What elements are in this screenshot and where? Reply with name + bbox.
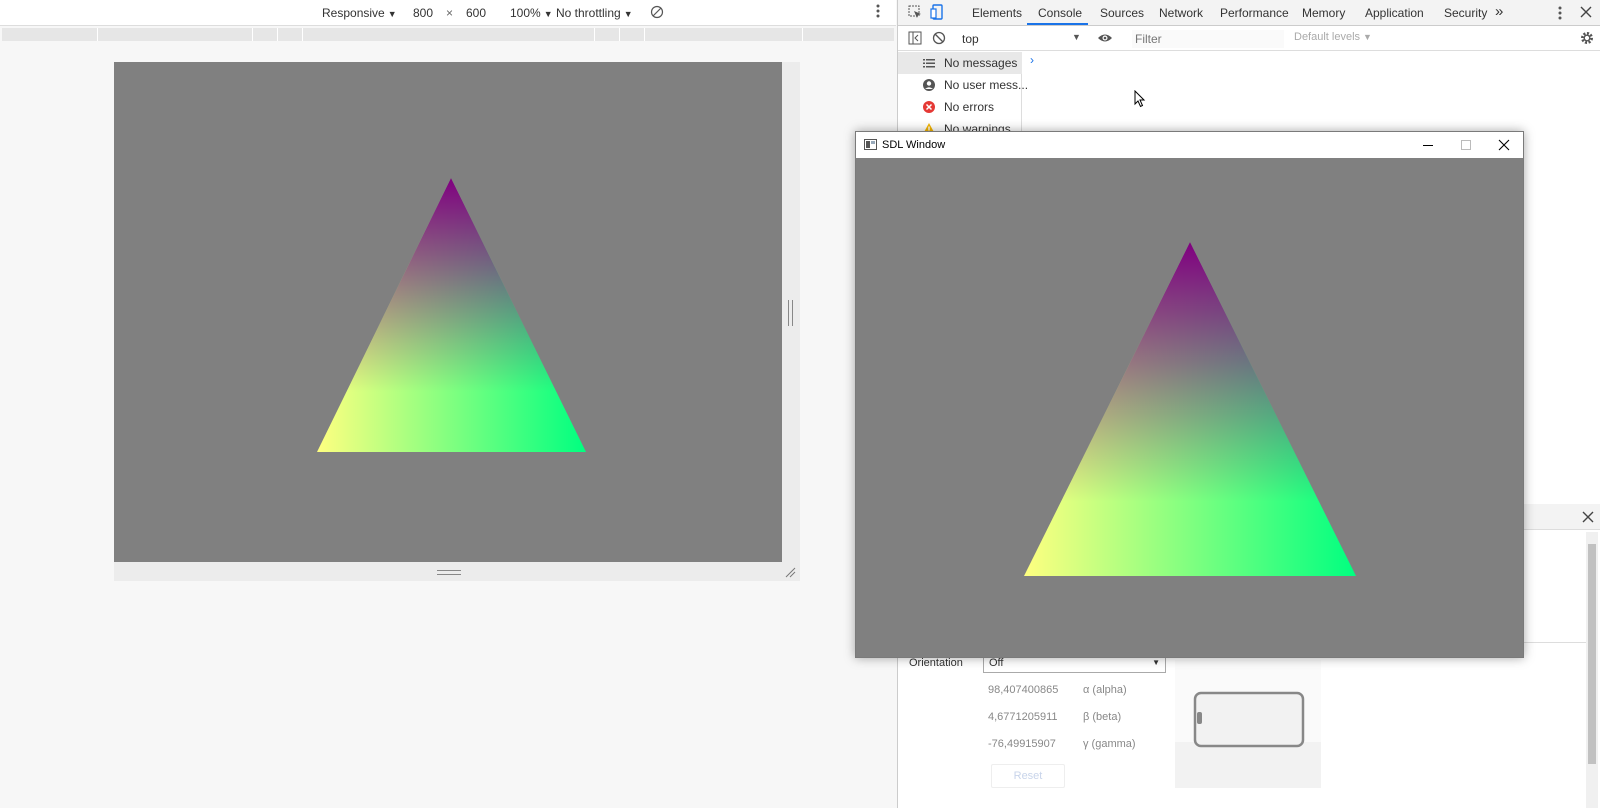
devtools-menu-icon[interactable] xyxy=(1558,6,1562,23)
close-devtools-icon[interactable] xyxy=(1580,6,1592,21)
tab-console[interactable]: Console xyxy=(1038,6,1082,20)
viewport-corner-resize-handle[interactable] xyxy=(784,566,796,578)
drawer-header xyxy=(1514,504,1600,530)
chevron-down-icon: ▼ xyxy=(1152,658,1160,667)
sidebar-item-label: No user mess... xyxy=(944,78,1029,92)
tab-security[interactable]: Security xyxy=(1444,6,1487,20)
viewport-width-input[interactable]: 800 xyxy=(413,6,433,20)
preview-viewport[interactable] xyxy=(114,62,782,562)
close-icon xyxy=(1498,139,1510,151)
viewport-height-input[interactable]: 600 xyxy=(466,6,486,20)
preview-triangle-canvas xyxy=(317,178,586,452)
console-toolbar: top ▼ Default levels▼ xyxy=(898,26,1600,51)
beta-input[interactable]: 4,6771205911 xyxy=(988,711,1058,723)
drawer-scrollbar[interactable] xyxy=(1586,532,1598,808)
preview-triangle xyxy=(317,178,586,452)
context-value: top xyxy=(962,32,979,46)
sdl-titlebar[interactable]: SDL Window xyxy=(856,132,1523,158)
gamma-input[interactable]: -76,49915907 xyxy=(988,738,1056,750)
window-app-icon xyxy=(864,139,877,153)
scrollbar-thumb[interactable] xyxy=(1588,544,1596,764)
show-sidebar-icon[interactable] xyxy=(908,31,922,48)
context-caret-icon: ▼ xyxy=(1072,32,1081,42)
user-icon xyxy=(922,78,936,92)
beta-label: β (beta) xyxy=(1083,711,1122,723)
sidebar-item-messages[interactable]: No messages xyxy=(898,52,1022,74)
device-more-options-icon[interactable] xyxy=(876,4,880,21)
console-prompt-chevron[interactable]: › xyxy=(1030,53,1034,67)
viewport-height-resize-handle[interactable] xyxy=(437,570,461,575)
alpha-label: α (alpha) xyxy=(1083,684,1127,696)
minimize-button[interactable] xyxy=(1409,132,1447,158)
tab-sources[interactable]: Sources xyxy=(1100,6,1144,20)
device-toolbar-toggle-icon[interactable] xyxy=(930,4,944,23)
tab-performance[interactable]: Performance xyxy=(1220,6,1289,20)
phone-model-icon xyxy=(1175,660,1321,748)
tab-network[interactable]: Network xyxy=(1159,6,1203,20)
close-drawer-icon[interactable] xyxy=(1582,511,1594,526)
reset-orientation-button[interactable]: Reset xyxy=(991,764,1065,788)
sidebar-item-user-messages[interactable]: No user mess... xyxy=(898,74,1028,96)
tab-memory[interactable]: Memory xyxy=(1302,6,1345,20)
log-levels-dropdown[interactable]: Default levels ▼ xyxy=(1294,31,1372,43)
live-expression-eye-icon[interactable] xyxy=(1097,31,1113,48)
inspect-element-icon[interactable] xyxy=(908,5,922,22)
more-tabs-chevron-icon[interactable]: » xyxy=(1495,3,1503,20)
sdl-window[interactable]: SDL Window xyxy=(855,131,1524,658)
throttling-label: No throttling xyxy=(556,6,621,20)
gamma-label: γ (gamma) xyxy=(1083,738,1136,750)
sdl-triangle-canvas xyxy=(1024,242,1356,576)
orientation-phone-preview[interactable] xyxy=(1175,660,1321,788)
zoom-label: 100% xyxy=(510,6,541,20)
viewport-width-resize-handle[interactable] xyxy=(788,300,793,326)
orientation-value: Off xyxy=(989,657,1004,669)
zoom-dropdown[interactable]: 100% ▼ xyxy=(510,6,553,20)
tab-application[interactable]: Application xyxy=(1365,6,1424,20)
maximize-button[interactable] xyxy=(1447,132,1485,158)
log-levels-label: Default levels xyxy=(1294,31,1361,43)
media-query-ruler[interactable] xyxy=(2,28,894,41)
console-filter-input[interactable] xyxy=(1132,30,1284,48)
console-sidebar: No messages No user mess... No errors No… xyxy=(898,52,1028,142)
context-selector[interactable]: top ▼ xyxy=(958,30,1084,48)
throttling-dropdown[interactable]: No throttling ▼ xyxy=(556,6,633,20)
console-settings-gear-icon[interactable] xyxy=(1580,31,1594,48)
active-tab-indicator xyxy=(1027,23,1088,25)
error-icon xyxy=(922,100,936,114)
tab-elements[interactable]: Elements xyxy=(972,6,1022,20)
list-icon xyxy=(922,56,936,70)
device-mode-label: Responsive xyxy=(322,6,385,20)
sdl-render-canvas[interactable] xyxy=(856,158,1523,657)
mouse-cursor-icon xyxy=(1134,89,1146,111)
rotate-icon[interactable] xyxy=(650,5,664,22)
sidebar-item-label: No errors xyxy=(944,100,995,114)
clear-console-icon[interactable] xyxy=(932,31,946,48)
close-window-button[interactable] xyxy=(1485,132,1523,158)
device-toolbar: Responsive ▼ 800 × 600 100% ▼ No throttlin… xyxy=(0,0,896,26)
device-mode-dropdown[interactable]: Responsive ▼ xyxy=(322,6,397,20)
sdl-window-title: SDL Window xyxy=(882,139,946,151)
alpha-input[interactable]: 98,407400865 xyxy=(988,684,1058,696)
sidebar-item-errors[interactable]: No errors xyxy=(898,96,1022,118)
sidebar-item-label: No messages xyxy=(944,56,1018,70)
dimension-separator: × xyxy=(446,6,454,20)
sdl-triangle xyxy=(1024,242,1356,576)
minimize-icon xyxy=(1423,145,1433,146)
orientation-label: Orientation xyxy=(909,657,963,669)
devtools-tab-bar: Elements Console Sources Network Perform… xyxy=(898,0,1600,26)
maximize-icon xyxy=(1461,140,1471,150)
